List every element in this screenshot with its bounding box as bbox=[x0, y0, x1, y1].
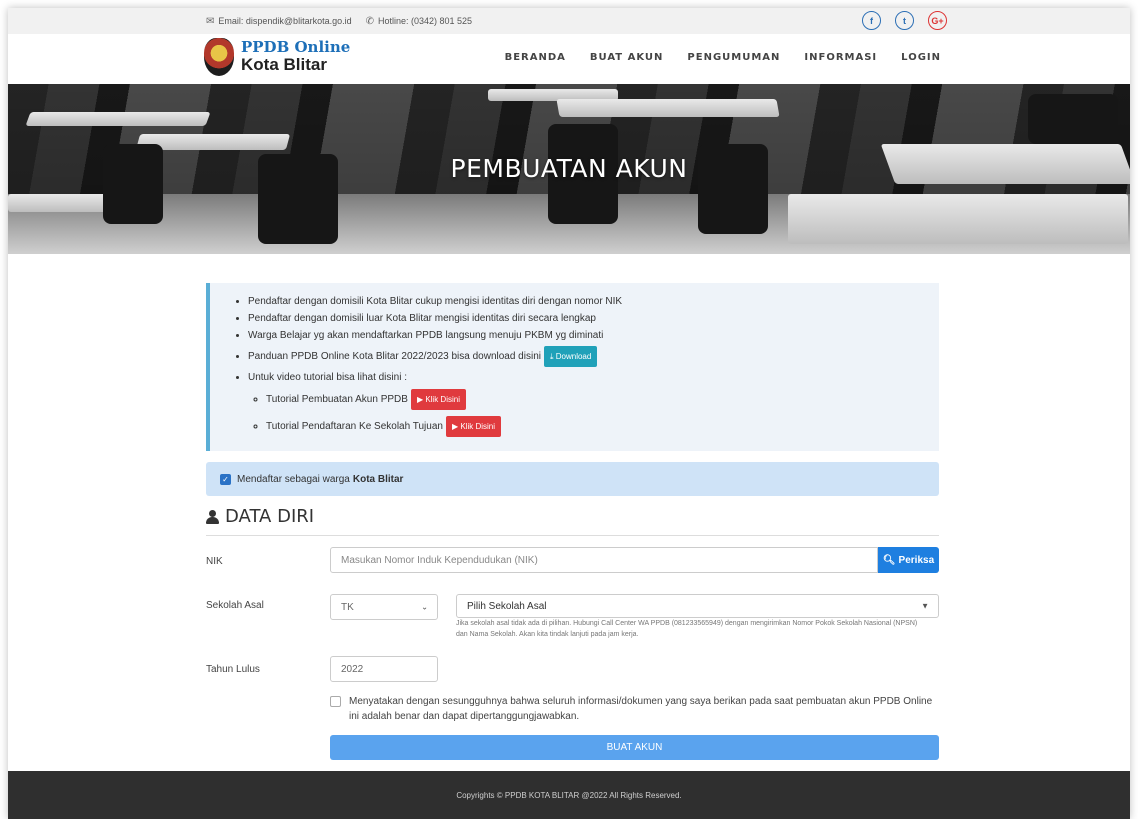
nav-pengumuman[interactable]: PENGUMUMAN bbox=[687, 52, 780, 63]
klik-disini-button-pendaftaran[interactable]: ▶ Klik Disini bbox=[445, 416, 502, 437]
hero-chair bbox=[1028, 94, 1118, 144]
hero-banner: PEMBUATAN AKUN bbox=[8, 84, 1130, 254]
top-bar: ✉ Email: dispendik@blitarkota.go.id ✆ Ho… bbox=[8, 8, 1130, 34]
divider bbox=[206, 535, 939, 536]
chevron-down-icon: ⌄ bbox=[421, 602, 428, 612]
info-item: Untuk video tutorial bisa lihat disini :… bbox=[248, 371, 919, 437]
brand-line2: Kota Blitar bbox=[241, 55, 327, 74]
google-plus-icon[interactable]: G+ bbox=[928, 11, 947, 30]
phone-icon: ✆ bbox=[365, 15, 374, 27]
info-item: Pendaftar dengan domisili Kota Blitar cu… bbox=[248, 295, 919, 308]
nav-beranda[interactable]: BERANDA bbox=[505, 52, 566, 63]
download-button[interactable]: ⤓ Download bbox=[543, 346, 598, 367]
facebook-icon[interactable]: f bbox=[862, 11, 881, 30]
buat-akun-button[interactable]: BUAT AKUN bbox=[330, 735, 939, 760]
hero-desk bbox=[788, 194, 1128, 244]
hero-desk bbox=[25, 112, 211, 126]
envelope-icon: ✉ bbox=[206, 15, 215, 27]
brand-line1: PPDB Online bbox=[241, 38, 351, 56]
tutorial-list: Tutorial Pembuatan Akun PPDB▶ Klik Disin… bbox=[248, 389, 919, 437]
jenjang-select[interactable]: TK ⌄ bbox=[330, 594, 438, 620]
info-item: Panduan PPDB Online Kota Blitar 2022/202… bbox=[248, 346, 919, 367]
email-info: ✉ Email: dispendik@blitarkota.go.id bbox=[206, 16, 352, 27]
agree-checkbox[interactable] bbox=[330, 696, 341, 707]
sekolah-select[interactable]: Pilih Sekolah Asal ▼ bbox=[456, 594, 939, 618]
agree-text: Menyatakan dengan sesungguhnya bahwa sel… bbox=[349, 696, 933, 722]
social-links: f t G+ bbox=[862, 11, 947, 30]
hero-title: PEMBUATAN AKUN bbox=[450, 154, 688, 183]
tutorial-item: Tutorial Pendaftaran Ke Sekolah Tujuan▶ … bbox=[266, 416, 919, 437]
nik-label: NIK bbox=[206, 556, 223, 567]
info-item: Warga Belajar yg akan mendaftarkan PPDB … bbox=[248, 329, 919, 342]
user-icon bbox=[206, 509, 219, 524]
warga-label: Mendaftar sebagai warga bbox=[237, 473, 350, 485]
main-nav: BERANDA BUAT AKUN PENGUMUMAN INFORMASI L… bbox=[505, 52, 941, 63]
sekolah-help-text: Jika sekolah asal tidak ada di pilihan. … bbox=[456, 620, 918, 638]
section-title-text: DATA DIRI bbox=[225, 506, 315, 527]
nik-input[interactable]: Masukan Nomor Induk Kependudukan (NIK) bbox=[330, 547, 878, 573]
nav-informasi[interactable]: INFORMASI bbox=[804, 52, 877, 63]
hotline-info: ✆ Hotline: (0342) 801 525 bbox=[366, 16, 472, 27]
sekolah-label: Sekolah Asal bbox=[206, 600, 264, 611]
header: PPDB Online Kota Blitar BERANDA BUAT AKU… bbox=[8, 34, 1130, 84]
warga-checkbox-banner[interactable]: ✓ Mendaftar sebagai warga Kota Blitar bbox=[206, 462, 939, 496]
warga-city: Kota Blitar bbox=[352, 473, 404, 485]
copyright-text: Copyrights © PPDB KOTA BLITAR @2022 All … bbox=[456, 790, 682, 800]
agreement: Menyatakan dengan sesungguhnya bahwa sel… bbox=[330, 694, 940, 724]
info-box: Pendaftar dengan domisili Kota Blitar cu… bbox=[206, 283, 939, 451]
brand-text: PPDB Online Kota Blitar bbox=[241, 39, 350, 75]
section-title: DATA DIRI bbox=[206, 506, 314, 527]
tahun-input[interactable]: 2022 bbox=[330, 656, 438, 682]
email-text: Email: dispendik@blitarkota.go.id bbox=[218, 16, 352, 26]
tutorial-item: Tutorial Pembuatan Akun PPDB▶ Klik Disin… bbox=[266, 389, 919, 410]
info-item: Pendaftar dengan domisili luar Kota Blit… bbox=[248, 312, 919, 325]
hero-desk bbox=[556, 99, 780, 117]
info-list: Pendaftar dengan domisili Kota Blitar cu… bbox=[230, 295, 919, 437]
kota-blitar-emblem-icon bbox=[204, 38, 234, 76]
nav-buat-akun[interactable]: BUAT AKUN bbox=[590, 52, 664, 63]
page-frame: ✉ Email: dispendik@blitarkota.go.id ✆ Ho… bbox=[8, 8, 1130, 819]
footer: Copyrights © PPDB KOTA BLITAR @2022 All … bbox=[8, 771, 1130, 819]
twitter-icon[interactable]: t bbox=[895, 11, 914, 30]
periksa-button[interactable]: 🔍︎ Periksa bbox=[878, 547, 939, 573]
search-icon: 🔍︎ bbox=[882, 554, 896, 566]
site-logo[interactable]: PPDB Online Kota Blitar bbox=[204, 38, 350, 76]
hotline-text: Hotline: (0342) 801 525 bbox=[377, 16, 473, 26]
caret-down-icon: ▼ bbox=[921, 601, 929, 611]
tahun-label: Tahun Lulus bbox=[206, 664, 260, 675]
warga-checkbox[interactable]: ✓ bbox=[220, 473, 231, 485]
nav-login[interactable]: LOGIN bbox=[901, 52, 941, 63]
klik-disini-button-akun[interactable]: ▶ Klik Disini bbox=[410, 389, 466, 410]
